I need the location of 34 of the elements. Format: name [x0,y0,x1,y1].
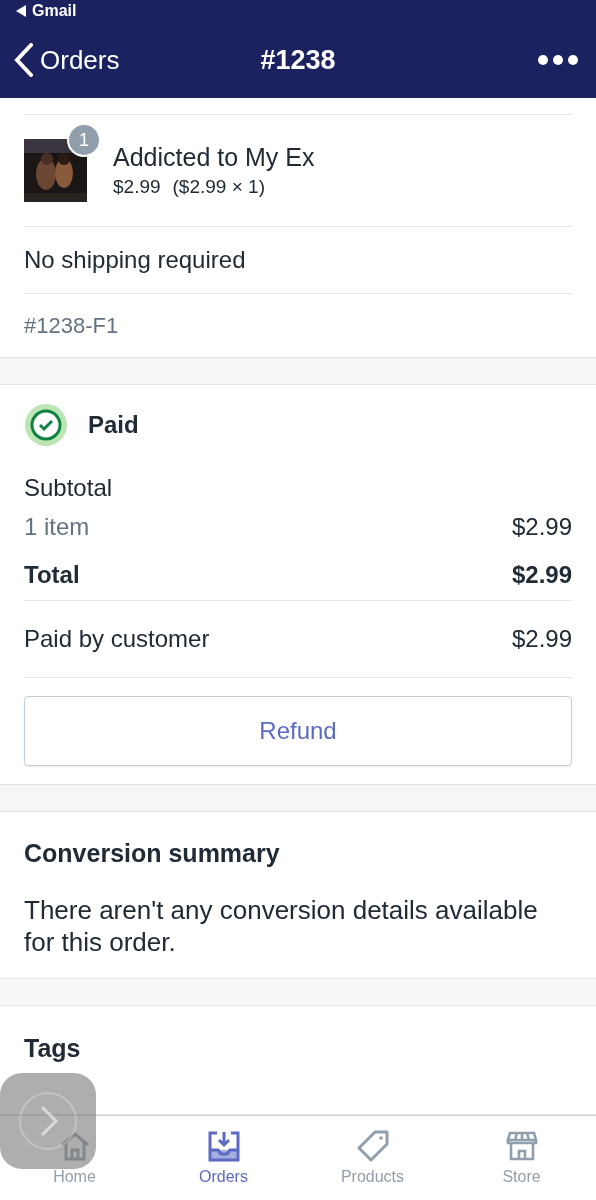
price-detail: ($2.99 × 1) [172,176,265,198]
tab-bar-item[interactable]: Home [0,1116,149,1200]
back-app-label[interactable]: Gmail [32,2,77,20]
chevron-right-icon [18,1091,78,1151]
chevron-left-icon [14,43,34,77]
store-icon [505,1130,538,1162]
section-title: Conversion summary [24,838,280,868]
conversion-message: There aren't any conversion details available for this order. [24,894,539,958]
order-title: #1238 [260,44,336,76]
subtotal-amount: $2.99 [511,513,572,541]
total-amount: $2.99 [511,560,572,589]
tab-bar-item[interactable]: Store [447,1116,596,1200]
total-label: Total [24,560,80,589]
tag-icon [356,1130,389,1162]
assistive-touch-button[interactable] [0,1073,96,1169]
back-button[interactable]: Orders [14,43,120,77]
home-icon [58,1130,91,1162]
back-triangle-icon [16,5,26,17]
check-circle-icon [24,403,68,447]
fulfillment-id: #1238-F1 [24,312,119,339]
product-title[interactable]: Addicted to My Ex [113,143,315,172]
shipping-status: No shipping required [24,246,246,274]
subtotal-label: Subtotal [24,474,113,502]
inbox-download-icon [206,1130,241,1162]
tab-bar-item[interactable]: Products [298,1116,447,1200]
refund-button[interactable]: Refund [24,696,572,766]
paid-amount: $2.99 [511,625,572,653]
quantity-badge: 1 [67,123,101,157]
section-title: Tags [24,1033,81,1063]
line-price: $2.99 [113,176,161,198]
paid-label: Paid by customer [24,625,210,653]
payment-status: Paid [88,411,139,439]
tab-bar-item[interactable]: Orders [149,1116,298,1200]
item-count: 1 item [24,513,90,541]
